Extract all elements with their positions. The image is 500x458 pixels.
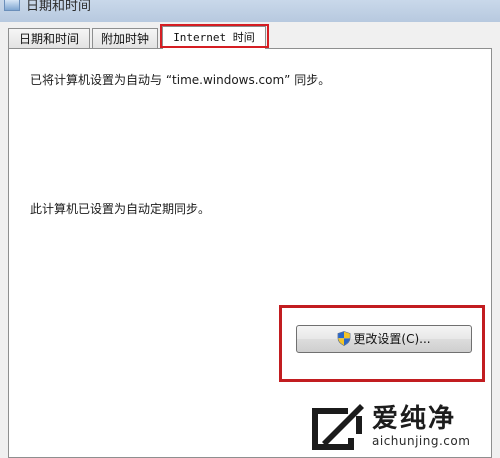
tab-date-time[interactable]: 日期和时间 <box>8 28 90 48</box>
change-settings-button[interactable]: 更改设置(C)... <box>296 325 472 353</box>
change-settings-label: 更改设置(C)... <box>353 332 431 346</box>
schedule-status-text: 此计算机已设置为自动定期同步。 <box>30 202 211 216</box>
watermark-logo <box>312 404 364 450</box>
watermark: 爱纯净 aichunjing.com <box>304 398 494 454</box>
watermark-brand: 爱纯净 <box>372 404 457 434</box>
internet-time-panel <box>8 48 492 458</box>
window-titlebar: 日期和时间 <box>0 0 500 23</box>
uac-shield-icon <box>337 329 351 355</box>
tab-highlight-box <box>160 24 269 48</box>
watermark-url: aichunjing.com <box>372 434 471 448</box>
sync-status-text: 已将计算机设置为自动与 “time.windows.com” 同步。 <box>30 73 331 87</box>
tab-additional-clocks[interactable]: 附加时钟 <box>92 28 158 48</box>
window-title: 日期和时间 <box>26 0 92 14</box>
app-icon <box>4 0 20 11</box>
